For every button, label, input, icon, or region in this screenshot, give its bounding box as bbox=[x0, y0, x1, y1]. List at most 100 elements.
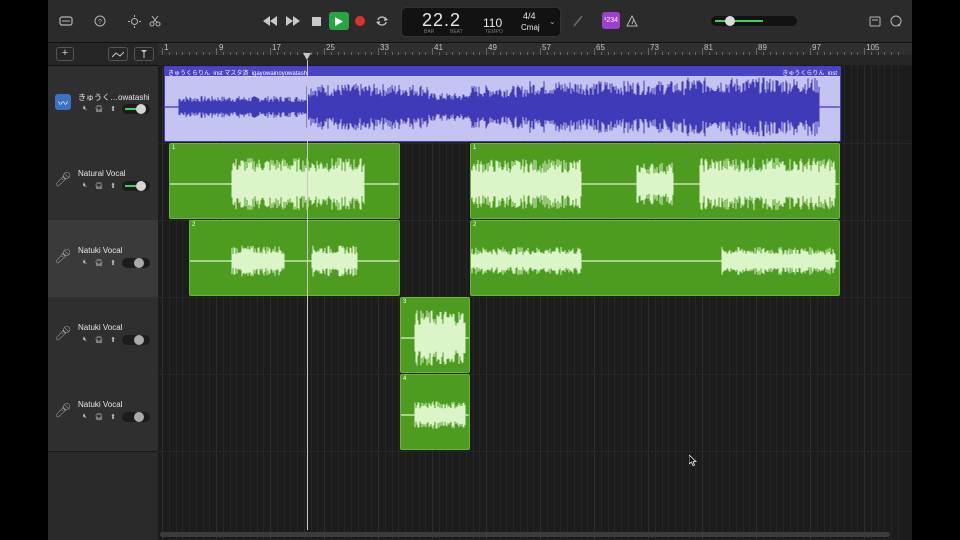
track-volume-slider[interactable] bbox=[122, 104, 150, 114]
audio-region[interactable]: 2 bbox=[470, 220, 840, 296]
headphones-icon[interactable]: 🎧︎ bbox=[94, 259, 104, 267]
track-header[interactable]: 〰 きゅうく…owatashi 🔇︎ 🎧︎ ⬆ bbox=[48, 66, 158, 144]
ruler-bar-label: 49 bbox=[488, 43, 497, 52]
library-icon[interactable] bbox=[56, 11, 76, 31]
waveform bbox=[471, 247, 839, 275]
audio-region[interactable]: 4 bbox=[400, 374, 470, 450]
metronome-icon[interactable] bbox=[622, 11, 642, 31]
ruler-bar-label: 25 bbox=[326, 43, 335, 52]
play-button[interactable] bbox=[329, 12, 349, 30]
audio-region[interactable]: 3 bbox=[400, 297, 470, 373]
track-volume-slider[interactable] bbox=[122, 181, 150, 191]
playhead[interactable] bbox=[307, 60, 308, 530]
input-monitor-icon[interactable]: ⬆ bbox=[108, 336, 118, 344]
ruler-bar-label: 9 bbox=[219, 43, 224, 52]
ruler-bar-label: 73 bbox=[650, 43, 659, 52]
lcd-time-signature[interactable]: 4/4 bbox=[523, 11, 536, 21]
track-name[interactable]: Natuki Vocal bbox=[78, 246, 154, 255]
cycle-icon bbox=[376, 16, 388, 26]
cycle-button[interactable] bbox=[375, 12, 389, 30]
mute-icon[interactable]: 🔇︎ bbox=[80, 413, 90, 421]
automation-button[interactable] bbox=[108, 47, 128, 61]
lcd-tempo-label: TEMPO bbox=[485, 29, 503, 35]
lcd-bar-label: BAR bbox=[424, 29, 435, 35]
stop-button[interactable] bbox=[310, 12, 322, 30]
smart-controls-icon[interactable] bbox=[124, 11, 144, 31]
track-header[interactable]: 🎤︎ Natuki Vocal 🔇︎ 🎧︎ ⬆ bbox=[48, 297, 158, 375]
track-volume-slider[interactable] bbox=[122, 258, 150, 268]
audio-region[interactable]: 2 bbox=[189, 220, 400, 296]
master-volume-slider[interactable] bbox=[711, 16, 797, 26]
microphone-icon: 🎤︎ bbox=[54, 401, 72, 418]
waveform bbox=[190, 245, 399, 277]
play-icon bbox=[335, 16, 343, 26]
lcd-key[interactable]: Cmaj bbox=[521, 23, 540, 32]
track-name[interactable]: Natuki Vocal bbox=[78, 400, 154, 409]
input-monitor-icon[interactable]: ⬆ bbox=[108, 259, 118, 267]
input-monitor-icon[interactable]: ⬆ bbox=[108, 413, 118, 421]
headphones-icon[interactable]: 🎧︎ bbox=[94, 336, 104, 344]
waveform bbox=[401, 310, 469, 366]
tuner-icon[interactable] bbox=[568, 11, 588, 31]
help-icon[interactable]: ? bbox=[90, 11, 110, 31]
ruler-bar-label: 65 bbox=[596, 43, 605, 52]
loop-browser-icon[interactable] bbox=[886, 11, 906, 31]
notepad-icon[interactable] bbox=[865, 11, 885, 31]
tracks-area[interactable]: きゅうくらりん_inst マスタ済_igayowainoyowatashi きゅ… bbox=[158, 66, 912, 540]
playhead-handle[interactable] bbox=[303, 53, 311, 60]
audio-region[interactable]: 1 bbox=[470, 143, 840, 219]
record-button[interactable] bbox=[353, 12, 367, 30]
input-monitor-icon[interactable]: ⬆ bbox=[108, 105, 118, 113]
stop-icon bbox=[311, 16, 321, 26]
lcd-beat-label: BEAT bbox=[450, 29, 463, 35]
headphones-icon[interactable]: 🎧︎ bbox=[94, 105, 104, 113]
rewind-button[interactable] bbox=[262, 12, 278, 30]
track-lane[interactable] bbox=[158, 297, 912, 375]
track-volume-slider[interactable] bbox=[122, 412, 150, 422]
waveform bbox=[170, 157, 399, 211]
track-name[interactable]: きゅうく…owatashi bbox=[78, 92, 154, 103]
record-icon bbox=[355, 16, 365, 26]
waveform bbox=[401, 401, 469, 429]
track-header[interactable]: 🎤︎ Natural Vocal 🔇︎ 🎧︎ ⬆ bbox=[48, 143, 158, 221]
editor-scissors-icon[interactable] bbox=[145, 11, 165, 31]
mute-icon[interactable]: 🔇︎ bbox=[80, 182, 90, 190]
input-monitor-icon[interactable]: ⬆ bbox=[108, 182, 118, 190]
track-lane[interactable] bbox=[158, 374, 912, 452]
horizontal-scrollbar[interactable] bbox=[160, 532, 890, 537]
track-header-toolbar: + bbox=[48, 43, 158, 66]
mute-icon[interactable]: 🔇︎ bbox=[80, 336, 90, 344]
count-in-button[interactable]: ¹234 bbox=[602, 12, 620, 29]
mute-icon[interactable]: 🔇︎ bbox=[80, 259, 90, 267]
control-bar: ? 22.2 BAR BEAT 110 TEMPO 4/4 Cmaj ⌄ ¹23… bbox=[48, 0, 912, 43]
microphone-icon: 🎤︎ bbox=[54, 324, 72, 341]
track-name[interactable]: Natural Vocal bbox=[78, 169, 154, 178]
lcd-display[interactable]: 22.2 BAR BEAT 110 TEMPO 4/4 Cmaj ⌄ bbox=[401, 7, 561, 37]
ruler-bar-label: 41 bbox=[434, 43, 443, 52]
lcd-tempo[interactable]: 110 bbox=[483, 16, 502, 30]
ruler-bar-label: 97 bbox=[812, 43, 821, 52]
chevron-down-icon[interactable]: ⌄ bbox=[549, 17, 556, 26]
headphones-icon[interactable]: 🎧︎ bbox=[94, 413, 104, 421]
audio-region-inst[interactable]: きゅうくらりん_inst マスタ済_igayowainoyowatashi きゅ… bbox=[164, 66, 841, 142]
ruler-bar-label: 89 bbox=[758, 43, 767, 52]
track-volume-slider[interactable] bbox=[122, 335, 150, 345]
svg-text:?: ? bbox=[98, 19, 102, 26]
waveform bbox=[165, 77, 840, 137]
master-volume-fill bbox=[715, 20, 763, 22]
track-header-selected[interactable]: 🎤︎ Natuki Vocal 🔇︎ 🎧︎ ⬆ bbox=[48, 220, 158, 298]
automation-icon bbox=[112, 51, 124, 57]
catch-playhead-button[interactable] bbox=[134, 47, 154, 61]
track-header[interactable]: 🎤︎ Natuki Vocal 🔇︎ 🎧︎ ⬆ bbox=[48, 374, 158, 452]
audio-region[interactable]: 1 bbox=[169, 143, 400, 219]
playhead-icon bbox=[141, 50, 147, 58]
add-track-button[interactable]: + bbox=[56, 47, 74, 61]
track-name[interactable]: Natuki Vocal bbox=[78, 323, 154, 332]
forward-button[interactable] bbox=[285, 12, 301, 30]
master-volume-knob[interactable] bbox=[725, 16, 735, 26]
headphones-icon[interactable]: 🎧︎ bbox=[94, 182, 104, 190]
cycle-area[interactable] bbox=[158, 55, 912, 65]
daw-window: ? 22.2 BAR BEAT 110 TEMPO 4/4 Cmaj ⌄ ¹23… bbox=[48, 0, 912, 540]
mute-icon[interactable]: 🔇︎ bbox=[80, 105, 90, 113]
ruler-bar-label: 1 bbox=[164, 43, 169, 52]
